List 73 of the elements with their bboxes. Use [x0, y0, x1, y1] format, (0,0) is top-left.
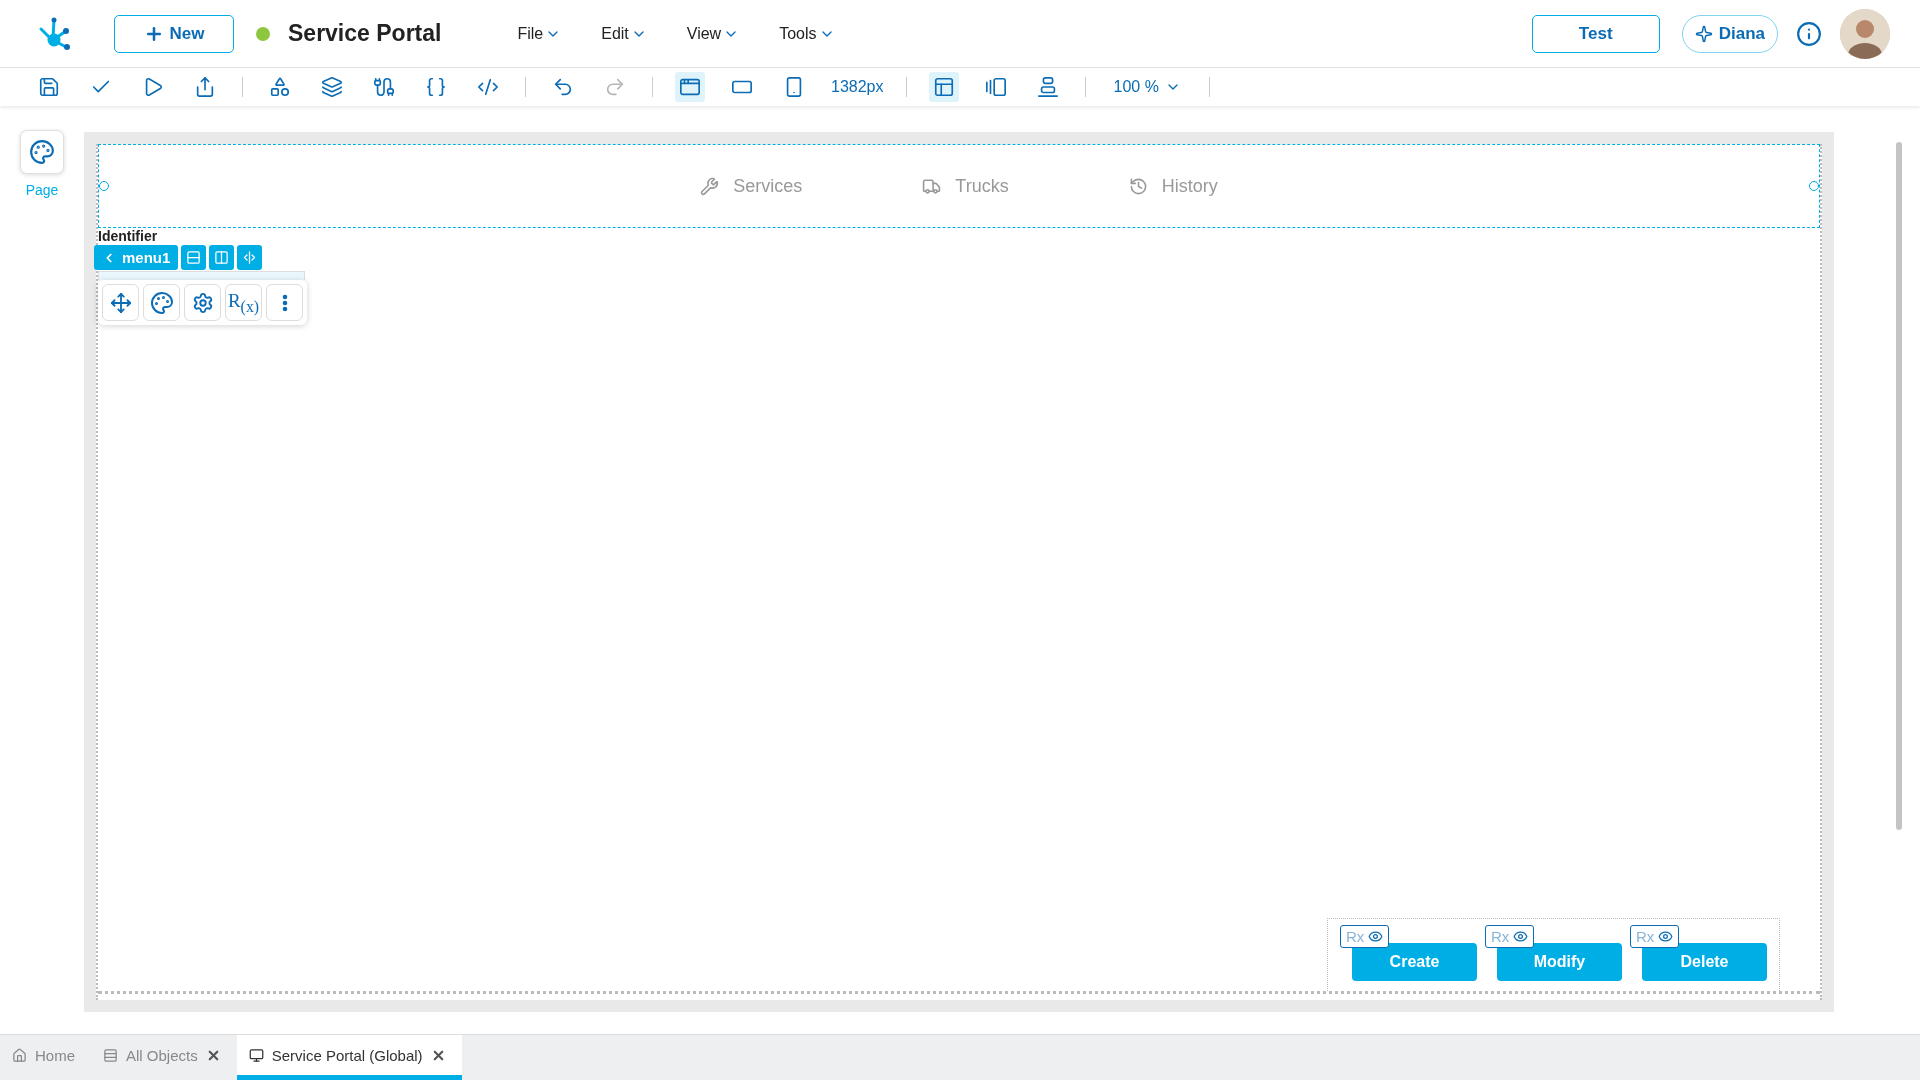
document-tab[interactable]: Home	[0, 1035, 91, 1080]
browser-window-icon	[679, 76, 701, 98]
zoom-dropdown[interactable]: 100 %	[1107, 77, 1187, 97]
braces-icon	[425, 76, 447, 98]
action-button[interactable]: Modify	[1497, 943, 1622, 981]
settings-icon	[191, 291, 214, 314]
menu-link[interactable]: Trucks	[922, 175, 1009, 197]
columns-icon	[214, 250, 230, 265]
action-button[interactable]: Create	[1352, 943, 1477, 981]
save-icon	[38, 76, 60, 98]
export-icon	[194, 76, 216, 98]
layout-icon	[932, 76, 955, 98]
eye-icon	[1368, 929, 1384, 944]
input-field[interactable]	[98, 271, 305, 280]
home-icon	[12, 1047, 27, 1063]
settings-button[interactable]	[184, 284, 221, 321]
rule-badge[interactable]: Rx	[1340, 925, 1390, 948]
sparkle-icon	[1694, 24, 1713, 43]
truck-icon	[922, 176, 942, 196]
desktop-view-button[interactable]	[675, 72, 705, 102]
menu-link[interactable]: Services	[700, 175, 803, 197]
assistant-button[interactable]: Diana	[1681, 14, 1778, 53]
document-tab[interactable]: All Objects	[91, 1035, 237, 1080]
list-icon	[103, 1047, 118, 1063]
layers-icon	[321, 76, 343, 98]
avatar[interactable]	[1840, 8, 1890, 59]
more-icon	[281, 293, 288, 312]
palette-icon	[29, 139, 55, 165]
rule-badge[interactable]: Rx	[1485, 925, 1535, 948]
layout-button[interactable]	[928, 72, 959, 102]
list-button[interactable]	[181, 245, 207, 270]
status-dot-icon	[256, 26, 270, 41]
test-button[interactable]: Test	[1531, 14, 1660, 53]
undo-icon	[552, 76, 574, 98]
move-icon	[109, 291, 132, 314]
container-icon	[984, 76, 1007, 98]
menu-item[interactable]: View	[680, 23, 746, 44]
redo-icon	[604, 76, 626, 98]
action-button[interactable]: Delete	[1642, 943, 1767, 981]
resize-handle[interactable]	[1809, 181, 1819, 191]
new-button[interactable]: New	[114, 14, 234, 53]
document-tab[interactable]: Service Portal (Global)	[236, 1035, 462, 1080]
menu-item[interactable]: Edit	[595, 23, 653, 44]
info-icon[interactable]	[1796, 20, 1822, 47]
wrench-icon	[700, 176, 720, 196]
eye-icon	[1658, 929, 1674, 944]
width-label: 1382px	[831, 78, 884, 96]
cable-icon	[373, 76, 395, 98]
separator-icon	[242, 250, 258, 265]
code-icon	[477, 76, 499, 98]
style-button[interactable]	[143, 284, 180, 321]
shapes-icon	[269, 76, 291, 98]
menu-bar[interactable]: Services Trucks History	[98, 144, 1820, 228]
eye-icon	[1513, 929, 1529, 944]
menu-item[interactable]: File	[511, 23, 568, 44]
shrink-button[interactable]	[237, 245, 263, 270]
more-button[interactable]	[266, 284, 303, 321]
field-label: Identifier	[98, 228, 158, 244]
align-icon	[1036, 76, 1059, 98]
app-title: Service Portal	[288, 20, 442, 47]
scrollbar[interactable]	[1896, 142, 1902, 830]
rule-badge[interactable]: Rx	[1630, 925, 1680, 948]
expand-button[interactable]	[209, 245, 235, 270]
monitor-icon	[248, 1047, 264, 1063]
menu-link[interactable]: History	[1128, 175, 1218, 197]
rules-button[interactable]: R$_{(x)}$	[225, 284, 262, 321]
selection-tag[interactable]: menu1	[94, 245, 179, 270]
move-button[interactable]	[102, 284, 139, 321]
rows-icon	[186, 250, 202, 265]
menu-item[interactable]: Tools	[773, 23, 841, 44]
palette-icon	[149, 290, 174, 315]
history-icon	[1128, 176, 1148, 196]
resize-handle[interactable]	[99, 181, 109, 191]
